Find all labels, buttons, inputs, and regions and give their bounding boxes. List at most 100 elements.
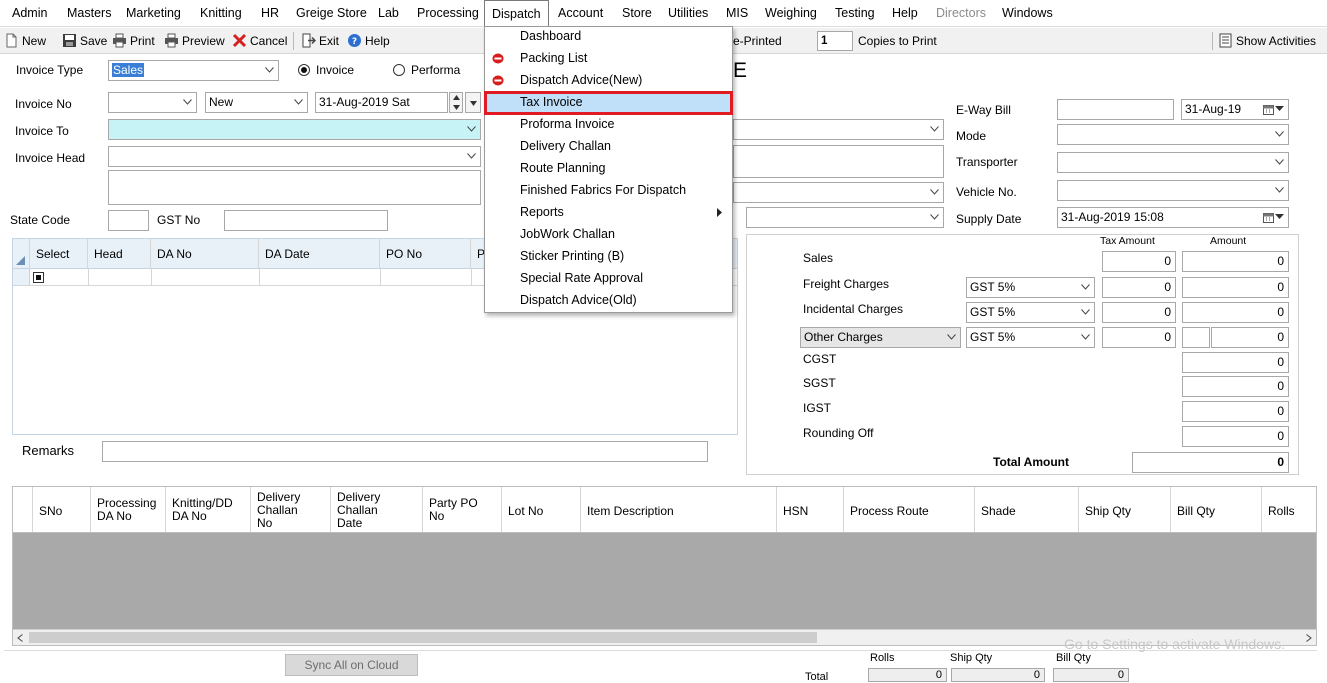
menu-testing[interactable]: Testing: [828, 0, 882, 27]
menu-item-dispatch-advice-new[interactable]: Dispatch Advice(New): [485, 70, 732, 92]
sales-amount-input[interactable]: 0: [1182, 251, 1289, 272]
igst-amount-input[interactable]: 0: [1182, 401, 1289, 422]
menu-item-sticker-printing[interactable]: Sticker Printing (B): [485, 246, 732, 268]
sales-tax-input[interactable]: 0: [1102, 251, 1176, 272]
middle-select-2[interactable]: [733, 182, 944, 203]
transporter-select[interactable]: [1057, 152, 1289, 173]
supply-date-picker[interactable]: 31-Aug-2019 15:08: [1057, 207, 1289, 228]
col-delivery-challan-date[interactable]: Delivery Challan Date: [331, 487, 423, 532]
cgst-amount-input[interactable]: 0: [1182, 352, 1289, 373]
rounding-amount-input[interactable]: 0: [1182, 426, 1289, 447]
menu-masters[interactable]: Masters: [60, 0, 118, 27]
menu-greige-store[interactable]: Greige Store: [289, 0, 374, 27]
menu-item-packing-list[interactable]: Packing List: [485, 48, 732, 70]
copies-input[interactable]: 1: [817, 31, 853, 51]
eway-date-picker[interactable]: 31-Aug-19: [1181, 99, 1289, 120]
other-extra-input[interactable]: [1182, 327, 1210, 348]
freight-gst-select[interactable]: GST 5%: [966, 277, 1095, 298]
col-sno[interactable]: SNo: [33, 487, 91, 532]
col-party-po-no[interactable]: Party PO No: [423, 487, 502, 532]
middle-select-1[interactable]: [733, 119, 944, 140]
menu-weighing[interactable]: Weighing: [758, 0, 824, 27]
vehicle-no-select[interactable]: [1057, 180, 1289, 201]
col-processing-da-no[interactable]: Processing DA No: [91, 487, 166, 532]
col-head[interactable]: Head: [88, 239, 151, 268]
date-dropdown-button[interactable]: [465, 92, 481, 113]
cancel-button[interactable]: Cancel: [232, 31, 287, 51]
col-ship-qty[interactable]: Ship Qty: [1079, 487, 1171, 532]
other-gst-select[interactable]: GST 5%: [966, 327, 1095, 348]
menu-help[interactable]: Help: [885, 0, 925, 27]
invoice-type-select[interactable]: Sales: [108, 60, 279, 81]
date-spinner[interactable]: [449, 92, 463, 113]
menu-knitting[interactable]: Knitting: [193, 0, 249, 27]
show-activities-button[interactable]: Show Activities: [1218, 31, 1316, 51]
col-knitting-dd-da-no[interactable]: Knitting/DD DA No: [166, 487, 251, 532]
new-button[interactable]: New: [4, 31, 46, 51]
menu-lab[interactable]: Lab: [371, 0, 406, 27]
col-process-route[interactable]: Process Route: [844, 487, 975, 532]
col-hsn[interactable]: HSN: [777, 487, 844, 532]
sgst-amount-input[interactable]: 0: [1182, 376, 1289, 397]
eway-bill-input[interactable]: [1057, 99, 1174, 120]
menu-item-route-planning[interactable]: Route Planning: [485, 158, 732, 180]
menu-item-delivery-challan[interactable]: Delivery Challan: [485, 136, 732, 158]
remarks-input[interactable]: [102, 441, 708, 462]
exit-button[interactable]: Exit: [301, 31, 339, 51]
col-item-description[interactable]: Item Description: [581, 487, 777, 532]
middle-select-3[interactable]: [746, 207, 944, 228]
menu-processing[interactable]: Processing: [410, 0, 486, 27]
invoice-no-select[interactable]: [108, 92, 197, 113]
scroll-left-icon[interactable]: [17, 634, 23, 642]
gst-no-input[interactable]: [224, 210, 388, 231]
invoice-date-input[interactable]: 31-Aug-2019 Sat: [315, 92, 448, 113]
sync-cloud-button[interactable]: Sync All on Cloud: [285, 654, 418, 676]
radio-performa[interactable]: Performa: [393, 63, 460, 77]
col-rolls[interactable]: Rolls: [1262, 487, 1316, 532]
col-da-date[interactable]: DA Date: [259, 239, 380, 268]
scrollbar-thumb[interactable]: [29, 632, 817, 643]
mode-select[interactable]: [1057, 124, 1289, 145]
menu-item-tax-invoice[interactable]: Tax Invoice: [484, 91, 733, 115]
col-delivery-challan-no[interactable]: Delivery Challan No: [251, 487, 331, 532]
menu-marketing[interactable]: Marketing: [119, 0, 188, 27]
invoice-head-select[interactable]: [108, 146, 481, 167]
incidental-gst-select[interactable]: GST 5%: [966, 302, 1095, 323]
col-shade[interactable]: Shade: [975, 487, 1079, 532]
menu-admin[interactable]: Admin: [5, 0, 54, 27]
menu-store[interactable]: Store: [615, 0, 659, 27]
menu-item-dashboard[interactable]: Dashboard: [485, 26, 732, 48]
menu-item-finished-fabrics[interactable]: Finished Fabrics For Dispatch: [485, 180, 732, 202]
menu-item-proforma-invoice[interactable]: Proforma Invoice: [485, 114, 732, 136]
col-bill-qty[interactable]: Bill Qty: [1171, 487, 1262, 532]
print-button[interactable]: Print: [112, 31, 155, 51]
radio-invoice[interactable]: Invoice: [298, 63, 354, 77]
other-tax-input[interactable]: 0: [1102, 327, 1176, 348]
menu-item-jobwork-challan[interactable]: JobWork Challan: [485, 224, 732, 246]
select-checkbox[interactable]: [33, 272, 44, 283]
menu-hr[interactable]: HR: [254, 0, 286, 27]
other-charges-select[interactable]: Other Charges: [800, 327, 961, 348]
status-select[interactable]: New: [205, 92, 308, 113]
menu-account[interactable]: Account: [551, 0, 610, 27]
invoice-to-select[interactable]: [108, 119, 481, 140]
col-select[interactable]: Select: [30, 239, 88, 268]
preview-button[interactable]: Preview: [164, 31, 225, 51]
incidental-tax-input[interactable]: 0: [1102, 302, 1176, 323]
scroll-right-icon[interactable]: [1306, 634, 1312, 642]
middle-textarea[interactable]: [733, 145, 944, 178]
menu-mis[interactable]: MIS: [719, 0, 755, 27]
freight-tax-input[interactable]: 0: [1102, 277, 1176, 298]
save-button[interactable]: Save: [62, 31, 107, 51]
menu-windows[interactable]: Windows: [995, 0, 1060, 27]
address-textarea[interactable]: [108, 170, 481, 205]
menu-item-reports[interactable]: Reports: [485, 202, 732, 224]
col-da-no[interactable]: DA No: [151, 239, 259, 268]
incidental-amount-input[interactable]: 0: [1182, 302, 1289, 323]
state-code-input[interactable]: [108, 210, 149, 231]
menu-utilities[interactable]: Utilities: [661, 0, 715, 27]
menu-directors[interactable]: Directors: [929, 0, 993, 27]
menu-dispatch[interactable]: Dispatch: [484, 0, 549, 28]
menu-item-special-rate-approval[interactable]: Special Rate Approval: [485, 268, 732, 290]
other-amount-input[interactable]: 0: [1211, 327, 1289, 348]
